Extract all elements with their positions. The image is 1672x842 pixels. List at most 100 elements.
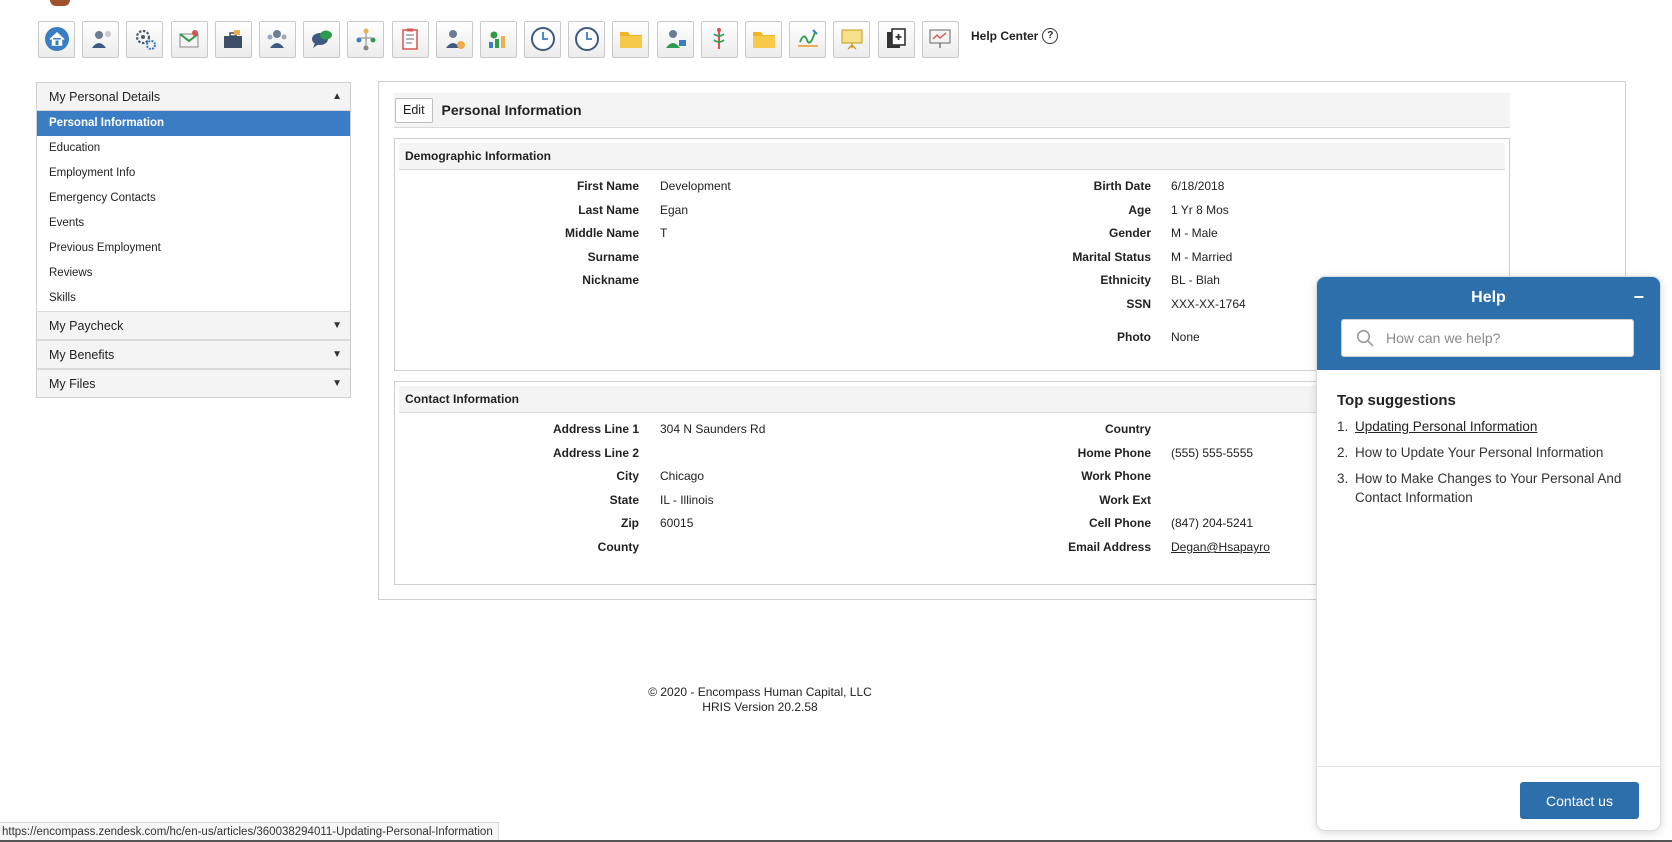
checklist-icon (402, 28, 418, 50)
briefcase-button[interactable] (214, 20, 252, 58)
middle-name-value: T (660, 226, 668, 241)
medical-icon (713, 28, 725, 49)
city-value: Chicago (660, 469, 705, 484)
settings-gears-icon (135, 29, 156, 50)
ssn-label: SSN (1126, 297, 1151, 311)
presentation-icon (841, 29, 863, 50)
suggestion-item[interactable]: 3. How to Make Changes to Your Personal A… (1337, 469, 1640, 507)
help-widget: Help − Top suggestions 1. Updating Person… (1317, 277, 1660, 830)
help-search-input[interactable] (1384, 329, 1618, 347)
last-name-label: Last Name (578, 202, 639, 217)
address-line-2-label: Address Line 2 (552, 445, 639, 460)
cell-phone-value: (847) 204-5241 (1171, 516, 1254, 531)
benefits-button[interactable] (479, 20, 517, 58)
nav-item-education[interactable]: Education (37, 136, 350, 161)
age-value: 1 Yr 8 Mos (1171, 202, 1229, 217)
signature-button[interactable] (789, 20, 827, 58)
contact-us-button[interactable]: Contact us (1520, 782, 1639, 819)
email-address-label: Email Address (1068, 540, 1151, 554)
settings-gears-button[interactable] (126, 20, 164, 58)
org-chart-button[interactable] (347, 20, 385, 58)
caret-down-icon: ▼ (332, 320, 342, 331)
copy-document-icon (887, 28, 906, 48)
chat-icon (311, 30, 332, 48)
nav-item-employment-info[interactable]: Employment Info (37, 161, 350, 186)
help-widget-body: Top suggestions 1. Updating Personal Info… (1317, 370, 1660, 507)
help-question-icon: ? (1042, 28, 1059, 44)
first-name-label: First Name (576, 179, 639, 193)
checklist-button[interactable] (391, 20, 429, 58)
nav-section-label: My Paycheck (49, 318, 124, 333)
edit-button[interactable]: Edit (395, 97, 433, 123)
caret-down-icon: ▼ (332, 378, 342, 389)
time-clock-button[interactable] (568, 20, 606, 58)
nav-item-reviews[interactable]: Reviews (37, 261, 350, 286)
employee-info-icon (446, 30, 466, 49)
nav-section-my-benefits[interactable]: My Benefits ▼ (37, 340, 350, 369)
team-icon (267, 30, 287, 48)
nav-section-label: My Benefits (49, 347, 115, 362)
birth-date-label: Birth Date (1093, 179, 1151, 193)
documents-folder-icon (752, 32, 775, 48)
home-button[interactable] (38, 20, 75, 58)
benefits-icon (489, 31, 506, 48)
suggestions-list: 1. Updating Personal Information 2. How to … (1337, 417, 1640, 507)
birth-date-value: 6/18/2018 (1171, 179, 1225, 193)
nav-item-previous-employment[interactable]: Previous Employment (37, 236, 350, 261)
mail-icon (179, 30, 199, 48)
page-title: Personal Information (441, 102, 582, 118)
suggestion-item[interactable]: 2. How to Update Your Personal Informatio… (1337, 443, 1640, 462)
suggestion-item[interactable]: 1. Updating Personal Information (1337, 417, 1640, 436)
presentation-button[interactable] (833, 20, 871, 58)
clock-button[interactable] (524, 20, 562, 58)
suggestion-link[interactable]: Updating Personal Information (1355, 417, 1537, 436)
training-board-button[interactable] (921, 20, 959, 58)
version-text: HRIS Version 20.2.58 (702, 700, 818, 714)
nav-section-my-personal-details[interactable]: My Personal Details ▲ (37, 83, 350, 111)
gender-label: Gender (1108, 226, 1151, 241)
mail-button[interactable] (170, 20, 208, 58)
nav-item-events[interactable]: Events (37, 211, 350, 236)
time-clock-icon (574, 27, 599, 51)
nav-item-personal-information[interactable]: Personal Information (37, 111, 350, 136)
help-widget-header: Help − (1317, 277, 1660, 370)
documents-folder-button[interactable] (745, 20, 782, 58)
nav-section-label: My Personal Details (49, 89, 161, 104)
home-phone-label: Home Phone (1077, 445, 1151, 460)
ethnicity-value: BL - Blah (1171, 273, 1220, 288)
copyright-text: © 2020 - Encompass Human Capital, LLC (648, 685, 872, 699)
ssn-value: XXX-XX-1764 (1171, 297, 1246, 311)
medical-button[interactable] (700, 20, 738, 58)
signature-icon (797, 29, 818, 47)
employee-manage-button[interactable] (656, 20, 694, 58)
team-button[interactable] (258, 20, 296, 58)
org-chart-icon (356, 28, 376, 51)
caret-up-icon: ▲ (332, 91, 342, 102)
nav-section-my-paycheck[interactable]: My Paycheck ▼ (37, 311, 350, 340)
nav-item-skills[interactable]: Skills (37, 286, 350, 311)
county-label: County (597, 540, 639, 554)
help-search-box[interactable] (1341, 319, 1634, 357)
address-line-1-label: Address Line 1 (552, 422, 639, 436)
email-link[interactable]: Degan@Hsapayro (1171, 540, 1270, 554)
copy-document-button[interactable] (877, 20, 915, 58)
nav-section-my-files[interactable]: My Files ▼ (37, 369, 350, 397)
panel-header: Edit Personal Information (394, 93, 1510, 128)
app-logo-fragment (50, 0, 70, 6)
chat-button[interactable] (303, 20, 341, 58)
minimize-icon[interactable]: − (1633, 287, 1644, 308)
suggestion-link[interactable]: How to Make Changes to Your Personal And… (1355, 469, 1640, 507)
suggestion-number: 1. (1337, 419, 1349, 434)
help-widget-title: Help (1471, 289, 1506, 306)
photo-label: Photo (1117, 330, 1151, 344)
help-center-link[interactable]: Help Center ? (971, 28, 1059, 44)
zip-label: Zip (621, 516, 639, 531)
employee-info-button[interactable] (435, 20, 473, 58)
employee-profile-button[interactable] (82, 20, 120, 58)
nav-item-emergency-contacts[interactable]: Emergency Contacts (37, 186, 350, 211)
email-address-value[interactable]: Degan@Hsapayro (1171, 540, 1270, 554)
suggestions-title: Top suggestions (1337, 392, 1456, 409)
suggestion-link[interactable]: How to Update Your Personal Information (1355, 443, 1603, 462)
folder-button[interactable] (612, 20, 650, 58)
middle-name-label: Middle Name (564, 226, 639, 241)
